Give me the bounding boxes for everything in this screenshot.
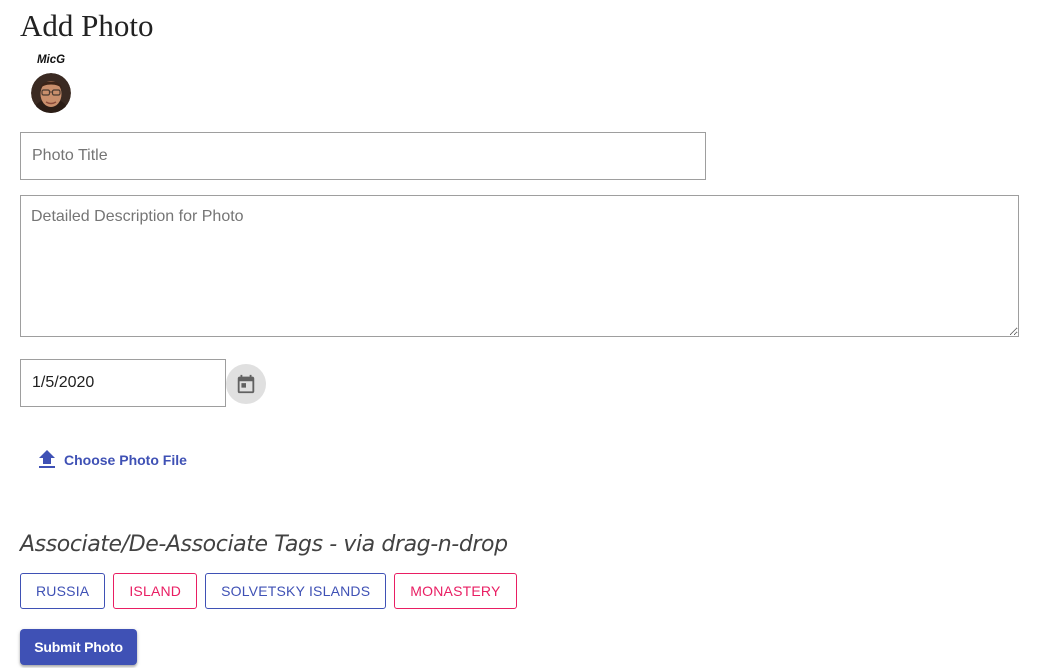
- tag-solvetsky-islands[interactable]: SOLVETSKY ISLANDS: [205, 573, 387, 609]
- calendar-button[interactable]: [226, 364, 266, 404]
- photo-title-input[interactable]: [20, 132, 706, 180]
- tag-island[interactable]: ISLAND: [113, 573, 198, 609]
- submit-photo-button[interactable]: Submit Photo: [20, 629, 137, 665]
- add-photo-page: Add Photo MicG Choose Photo File: [0, 0, 1041, 668]
- tag-monastery[interactable]: MONASTERY: [394, 573, 517, 609]
- choose-photo-file-label: Choose Photo File: [64, 452, 187, 468]
- upload-arrow-icon: [39, 450, 55, 468]
- page-title: Add Photo: [20, 8, 154, 43]
- tags-heading: Associate/De-Associate Tags - via drag-n…: [20, 532, 508, 557]
- avatar-image: [31, 73, 71, 113]
- tag-list: RUSSIA ISLAND SOLVETSKY ISLANDS MONASTER…: [20, 573, 517, 609]
- choose-photo-file-button[interactable]: Choose Photo File: [38, 448, 187, 472]
- calendar-icon: [237, 374, 255, 394]
- username: MicG: [36, 54, 66, 66]
- photo-date-input[interactable]: [20, 359, 226, 407]
- user-block: MicG: [30, 53, 74, 113]
- avatar: [31, 73, 71, 113]
- photo-description-textarea[interactable]: [20, 195, 1019, 337]
- tag-russia[interactable]: RUSSIA: [20, 573, 106, 609]
